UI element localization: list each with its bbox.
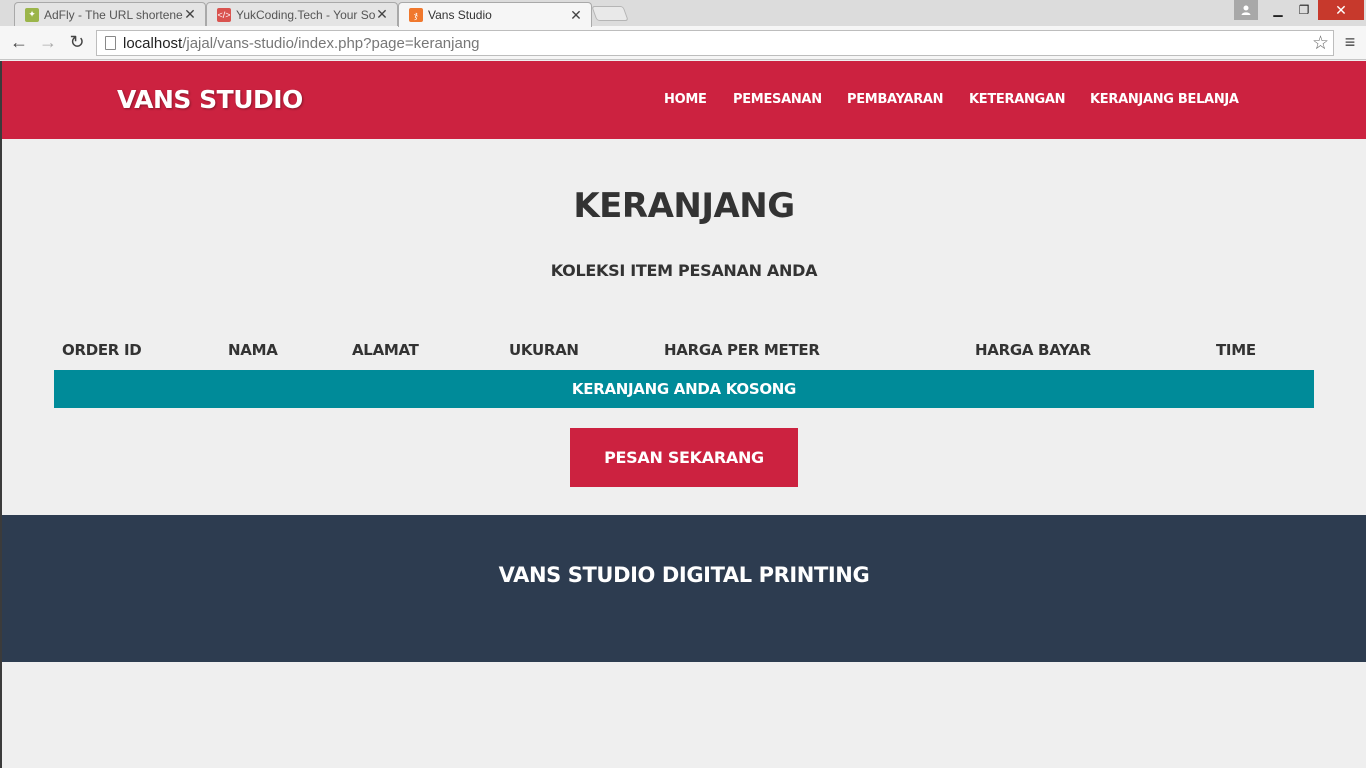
nav-pembayaran[interactable]: PEMBAYARAN	[847, 92, 944, 107]
url-path: /jajal/vans-studio/index.php?page=keranj…	[182, 34, 480, 52]
browser-tab-vans-studio[interactable]: ჯ Vans Studio ✕	[398, 2, 592, 27]
reload-icon[interactable]: ↻	[66, 31, 88, 53]
page-subtitle: KOLEKSI ITEM PESANAN ANDA	[550, 261, 818, 280]
nav-keranjang-belanja[interactable]: KERANJANG BELANJA	[1090, 92, 1239, 107]
address-bar[interactable]: localhost/jajal/vans-studio/index.php?pa…	[96, 30, 1334, 56]
site-footer: VANS STUDIO DIGITAL PRINTING	[2, 515, 1366, 662]
menu-icon[interactable]: ≡	[1340, 31, 1360, 53]
back-icon[interactable]: ←	[8, 31, 30, 53]
tab-title: Vans Studio	[428, 8, 492, 22]
nav-keterangan[interactable]: KETERANGAN	[969, 92, 1066, 107]
url-host: localhost	[123, 34, 183, 52]
site-brand[interactable]: VANS STUDIO	[117, 85, 303, 114]
browser-tabstrip: ✦ AdFly - The URL shortener ✕ </> YukCod…	[0, 0, 1366, 27]
close-icon[interactable]: ✕	[569, 7, 583, 24]
empty-cart-row: KERANJANG ANDA KOSONG	[54, 370, 1314, 408]
tab-title: YukCoding.Tech - Your So	[236, 7, 375, 22]
adfly-icon: ✦	[25, 7, 39, 22]
col-ukuran: UKURAN	[509, 341, 579, 359]
col-harga-per-meter: HARGA PER METER	[664, 341, 820, 359]
browser-tab-yukcoding[interactable]: </> YukCoding.Tech - Your So ✕	[206, 2, 398, 26]
minimize-icon[interactable]: ▁	[1266, 0, 1290, 20]
browser-tab-adfly[interactable]: ✦ AdFly - The URL shortener ✕	[14, 2, 206, 26]
nav-pemesanan[interactable]: PEMESANAN	[733, 92, 822, 107]
window-close-icon[interactable]: ✕	[1318, 0, 1364, 20]
page-title: KERANJANG	[573, 186, 795, 226]
code-icon: </>	[217, 7, 231, 22]
col-harga-bayar: HARGA BAYAR	[975, 341, 1091, 359]
close-icon[interactable]: ✕	[375, 6, 389, 23]
page-icon	[105, 36, 116, 50]
empty-cart-message: KERANJANG ANDA KOSONG	[571, 380, 797, 398]
tab-title: AdFly - The URL shortener	[44, 7, 183, 22]
url-text: localhost/jajal/vans-studio/index.php?pa…	[123, 35, 480, 52]
order-now-button[interactable]: PESAN SEKARANG	[570, 428, 798, 487]
col-alamat: ALAMAT	[352, 341, 419, 359]
new-tab-button[interactable]	[591, 6, 629, 21]
page-viewport: VANS STUDIO HOME PEMESANAN PEMBAYARAN KE…	[0, 61, 1366, 768]
site-header: VANS STUDIO HOME PEMESANAN PEMBAYARAN KE…	[2, 61, 1366, 139]
bookmark-star-icon[interactable]: ☆	[1312, 32, 1329, 55]
profile-icon[interactable]	[1234, 0, 1258, 20]
restore-icon[interactable]: ❐	[1292, 0, 1316, 20]
xampp-icon: ჯ	[409, 8, 423, 22]
col-time: TIME	[1216, 341, 1256, 359]
footer-text: VANS STUDIO DIGITAL PRINTING	[498, 563, 870, 587]
close-icon[interactable]: ✕	[183, 6, 197, 23]
col-order-id: ORDER ID	[62, 341, 142, 359]
nav-home[interactable]: HOME	[664, 92, 707, 107]
forward-icon[interactable]: →	[37, 31, 59, 53]
browser-toolbar: ← → ↻ localhost/jajal/vans-studio/index.…	[0, 26, 1366, 60]
col-nama: NAMA	[228, 341, 278, 359]
